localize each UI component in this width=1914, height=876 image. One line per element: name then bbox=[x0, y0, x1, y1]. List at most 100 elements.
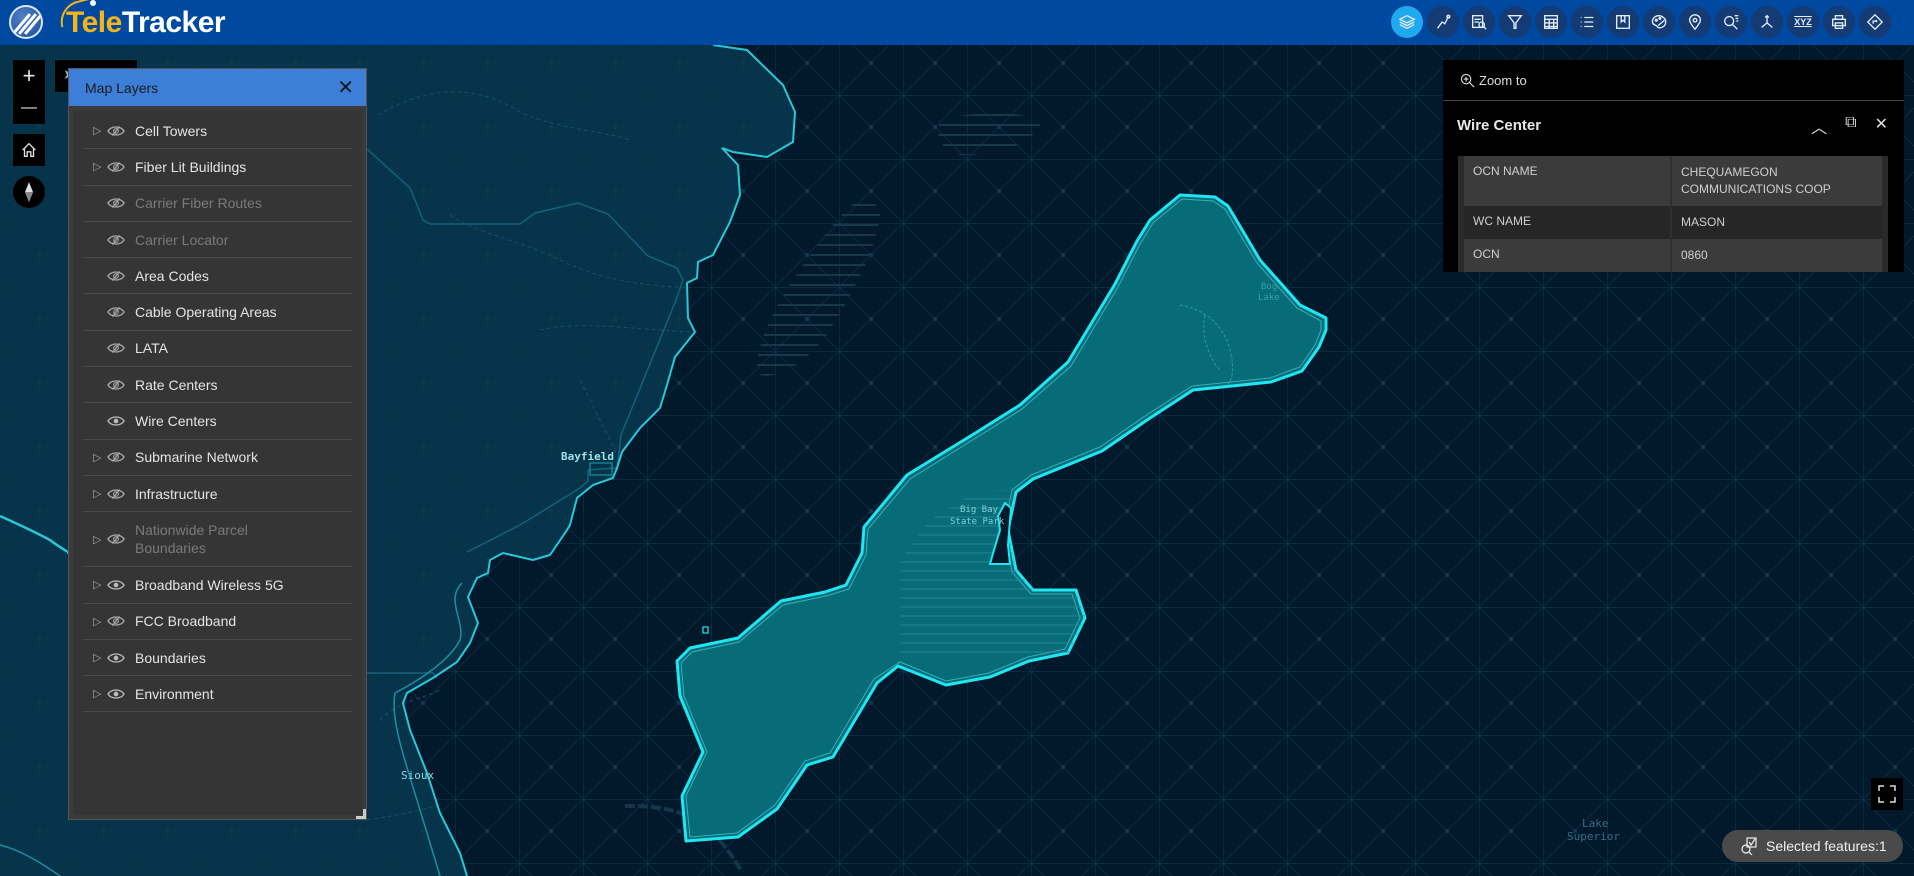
eye-off-icon[interactable] bbox=[107, 487, 127, 501]
layer-row[interactable]: ▷ Cell Towers bbox=[83, 113, 352, 150]
layer-row[interactable]: ▷ Boundaries bbox=[83, 640, 352, 677]
label-big-bay-2: State Park bbox=[950, 517, 1005, 527]
expand-caret-icon[interactable]: ▷ bbox=[93, 651, 107, 664]
query-button[interactable] bbox=[1463, 6, 1495, 38]
app-logo-icon[interactable] bbox=[9, 5, 43, 39]
print-button[interactable] bbox=[1823, 6, 1855, 38]
layer-row[interactable]: ▷Rate Centers bbox=[83, 367, 352, 404]
resize-handle[interactable] bbox=[356, 809, 366, 819]
zoom-in-button[interactable]: + bbox=[13, 60, 45, 92]
app-title-part1: Tele bbox=[66, 6, 122, 39]
table-button[interactable] bbox=[1535, 6, 1567, 38]
label-sioux: Sioux bbox=[401, 769, 434, 782]
zoom-to-button[interactable]: Zoom to bbox=[1460, 73, 1527, 88]
compass-button[interactable] bbox=[13, 176, 45, 208]
selection-search-icon bbox=[1741, 837, 1757, 855]
eye-off-icon[interactable] bbox=[107, 124, 127, 138]
layer-row[interactable]: ▷ Infrastructure bbox=[83, 476, 352, 513]
layer-label: Submarine Network bbox=[135, 449, 258, 466]
layer-row[interactable]: ▷ Fiber Lit Buildings bbox=[83, 149, 352, 186]
layer-label: FCC Broadband bbox=[135, 613, 237, 630]
locate-button[interactable] bbox=[1679, 6, 1711, 38]
app-header: TeleTracker XYZ bbox=[0, 0, 1914, 45]
layer-row[interactable]: ▷ Submarine Network bbox=[83, 440, 352, 476]
collapse-button[interactable]: ︿ bbox=[1811, 114, 1827, 138]
attribute-key: WC NAME bbox=[1464, 206, 1672, 239]
compass-icon bbox=[25, 182, 33, 202]
layer-row[interactable]: ▷LATA bbox=[83, 331, 352, 368]
layer-label: Boundaries bbox=[135, 649, 206, 666]
attribute-row: WC NAME MASON bbox=[1464, 206, 1882, 239]
feature-popup: Zoom to Wire Center ︿ ⧉ ✕ OCN NAME CHEQUA… bbox=[1443, 60, 1904, 272]
eye-off-icon[interactable] bbox=[107, 532, 127, 546]
layer-label: Cable Operating Areas bbox=[135, 304, 277, 321]
directions-button[interactable] bbox=[1859, 6, 1891, 38]
print-icon bbox=[1832, 15, 1846, 29]
close-layers-button[interactable]: ✕ bbox=[337, 78, 354, 98]
legend-button[interactable] bbox=[1571, 6, 1603, 38]
eye-off-icon[interactable] bbox=[107, 450, 127, 464]
layer-row[interactable]: ▷Wire Centers bbox=[83, 403, 352, 440]
layer-row[interactable]: ▷Carrier Locator bbox=[83, 222, 352, 259]
expand-caret-icon[interactable]: ▷ bbox=[93, 533, 107, 546]
attribute-key: OCN bbox=[1464, 239, 1672, 272]
bookmarks-button[interactable] bbox=[1607, 6, 1639, 38]
draw-icon bbox=[1437, 14, 1451, 29]
expand-caret-icon[interactable]: ▷ bbox=[93, 160, 107, 173]
close-popup-button[interactable]: ✕ bbox=[1875, 114, 1888, 138]
eye-off-icon[interactable] bbox=[107, 269, 127, 283]
eye-icon[interactable] bbox=[107, 651, 127, 665]
label-big-bay-1: Big Bay bbox=[960, 505, 999, 515]
chevron-up-icon: ︿ bbox=[1811, 119, 1828, 137]
selected-features-button[interactable]: Selected features:1 bbox=[1722, 830, 1903, 862]
dock-button[interactable]: ⧉ bbox=[1845, 114, 1856, 138]
layer-row[interactable]: ▷Cable Operating Areas bbox=[83, 294, 352, 331]
eye-icon[interactable] bbox=[107, 414, 127, 428]
layer-label: Broadband Wireless 5G bbox=[135, 576, 284, 593]
layer-row[interactable]: ▷ Broadband Wireless 5G bbox=[83, 567, 352, 604]
search-button[interactable] bbox=[1715, 6, 1747, 38]
eye-off-icon[interactable] bbox=[107, 341, 127, 355]
zoom-in-magnifier-icon bbox=[1460, 73, 1475, 87]
layers-button[interactable] bbox=[1391, 6, 1423, 38]
eye-off-icon[interactable] bbox=[107, 233, 127, 247]
eye-icon[interactable] bbox=[107, 578, 127, 592]
eye-off-icon[interactable] bbox=[107, 160, 127, 174]
layer-label: Carrier Locator bbox=[135, 231, 229, 248]
eye-off-icon[interactable] bbox=[107, 614, 127, 628]
layer-row[interactable]: ▷Area Codes bbox=[83, 258, 352, 295]
layer-row[interactable]: ▷ Nationwide Parcel Boundaries bbox=[83, 512, 352, 568]
app-root: TeleTracker XYZ Bayfield Sioux Big Bay S… bbox=[0, 0, 1914, 876]
label-bayfield: Bayfield bbox=[561, 450, 614, 463]
draw-button[interactable] bbox=[1427, 6, 1459, 38]
eye-off-icon[interactable] bbox=[107, 305, 127, 319]
expand-caret-icon[interactable]: ▷ bbox=[93, 451, 107, 464]
attribute-value: 0860 bbox=[1681, 248, 1708, 262]
expand-caret-icon[interactable]: ▷ bbox=[93, 487, 107, 500]
layer-row[interactable]: ▷ Environment bbox=[83, 676, 352, 713]
layers-panel-header: Map Layers ✕ bbox=[69, 69, 366, 106]
eye-icon[interactable] bbox=[107, 687, 127, 701]
expand-caret-icon[interactable]: ▷ bbox=[93, 124, 107, 137]
expand-caret-icon[interactable]: ▷ bbox=[93, 578, 107, 591]
expand-caret-icon[interactable]: ▷ bbox=[93, 687, 107, 700]
layer-label: Carrier Fiber Routes bbox=[135, 195, 262, 212]
plus-icon: + bbox=[22, 63, 36, 88]
popup-attribute-table: OCN NAME CHEQUAMEGON COMMUNICATIONS COOP W… bbox=[1458, 156, 1888, 272]
eye-off-icon[interactable] bbox=[107, 196, 127, 210]
measure-button[interactable] bbox=[1751, 6, 1783, 38]
home-button[interactable] bbox=[13, 134, 45, 166]
layer-row[interactable]: ▷Carrier Fiber Routes bbox=[83, 186, 352, 222]
layer-row[interactable]: ▷ FCC Broadband bbox=[83, 604, 352, 640]
expand-caret-icon[interactable]: ▷ bbox=[93, 615, 107, 628]
eye-off-icon[interactable] bbox=[107, 378, 127, 392]
palette-icon bbox=[1651, 15, 1667, 29]
popup-title: Wire Center bbox=[1457, 117, 1542, 134]
coordinates-button[interactable]: XYZ bbox=[1787, 6, 1819, 38]
zoom-out-button[interactable]: — bbox=[13, 92, 45, 124]
layer-label: Nationwide Parcel Boundaries bbox=[135, 522, 248, 557]
fullscreen-button[interactable] bbox=[1871, 778, 1903, 810]
filter-button[interactable] bbox=[1499, 6, 1531, 38]
layer-label: Wire Centers bbox=[135, 413, 217, 430]
basemap-button[interactable] bbox=[1643, 6, 1675, 38]
